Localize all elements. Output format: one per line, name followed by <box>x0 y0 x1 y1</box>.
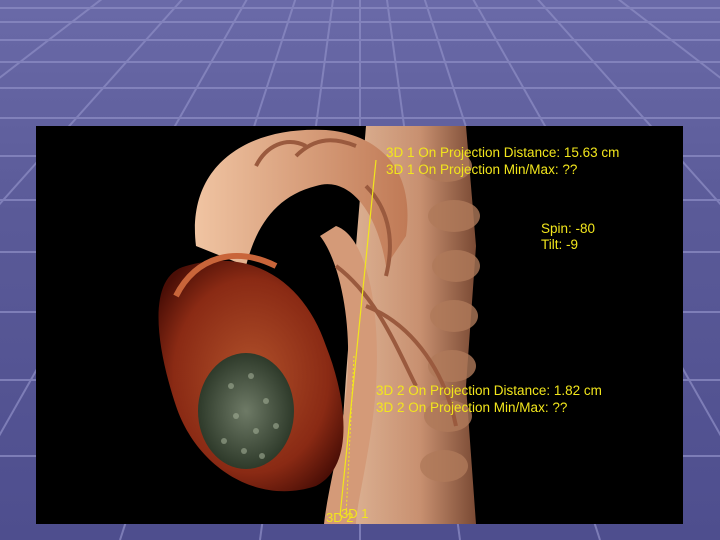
measure1-minmax-label: 3D 1 On Projection Min/Max: ?? <box>386 162 578 177</box>
ct-3d-render: 3D 1 On Projection Distance: 15.63 cm 3D… <box>36 126 683 524</box>
heart-aorta-render <box>158 126 480 524</box>
tilt-label: Tilt: -9 <box>541 237 578 252</box>
measure1-distance-label: 3D 1 On Projection Distance: 15.63 cm <box>386 145 620 160</box>
measure2-minmax-label: 3D 2 On Projection Min/Max: ?? <box>376 400 568 415</box>
spin-label: Spin: -80 <box>541 221 596 236</box>
measure2-distance-label: 3D 2 On Projection Distance: 1.82 cm <box>376 383 602 398</box>
line-label-2: 3D 2 <box>326 510 354 524</box>
